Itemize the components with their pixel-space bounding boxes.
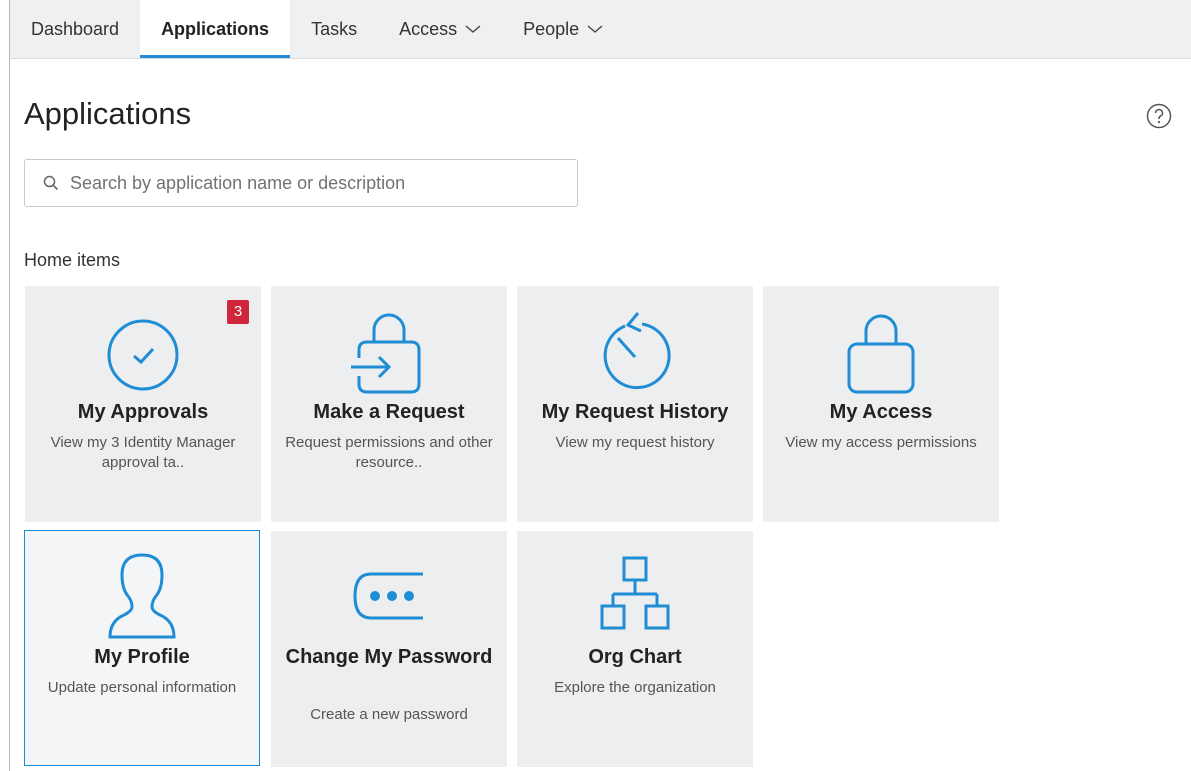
tile-description: Request permissions and other resource.. <box>285 434 493 471</box>
tile-title: My Access <box>829 401 933 423</box>
tab-dashboard[interactable]: Dashboard <box>10 0 140 58</box>
tile-change-my-password[interactable]: Change My Password Create a new password <box>271 531 507 767</box>
tile-title: My Approvals <box>77 401 209 423</box>
password-icon <box>353 572 423 620</box>
tile-title: Org Chart <box>588 646 682 668</box>
tile-description: View my 3 Identity Manager approval ta.. <box>50 434 236 471</box>
tile-description: Explore the organization <box>554 679 716 696</box>
tile-my-access[interactable]: My Access View my access permissions <box>763 286 999 522</box>
lock-icon <box>847 314 915 394</box>
check-circle-icon <box>107 319 179 391</box>
search-box <box>24 159 578 207</box>
chevron-down-icon <box>587 25 603 33</box>
tile-title: My Request History <box>541 401 729 423</box>
tab-tasks[interactable]: Tasks <box>290 0 378 58</box>
user-icon <box>108 553 176 639</box>
tab-label: Tasks <box>311 18 358 39</box>
tab-label: Dashboard <box>31 18 120 39</box>
search-input[interactable] <box>68 171 552 195</box>
tile-title: My Profile <box>94 646 190 668</box>
tile-my-request-history[interactable]: My Request History View my request histo… <box>517 286 753 522</box>
chevron-down-icon <box>465 25 481 33</box>
tab-applications[interactable]: Applications <box>140 0 291 58</box>
tab-label: Applications <box>161 18 270 39</box>
tile-title: Make a Request <box>313 401 465 423</box>
tile-my-profile[interactable]: My Profile Update personal information <box>24 530 260 766</box>
section-label-home-items: Home items <box>24 250 121 270</box>
tile-make-a-request[interactable]: Make a Request Request permissions and o… <box>271 286 507 522</box>
tab-people[interactable]: People <box>502 0 624 58</box>
left-border <box>9 0 10 771</box>
help-circle-icon[interactable] <box>1146 103 1172 129</box>
lock-enter-icon <box>351 313 421 394</box>
tab-label: Access <box>399 18 458 39</box>
tile-my-approvals[interactable]: 3 My Approvals View my 3 Identity Manage… <box>25 286 261 522</box>
top-nav: Dashboard Applications Tasks Access Peop… <box>10 0 1191 59</box>
tab-label: People <box>523 18 580 39</box>
tile-org-chart[interactable]: Org Chart Explore the organization <box>517 531 753 767</box>
tab-access[interactable]: Access <box>378 0 502 58</box>
tile-description: Create a new password <box>310 706 468 723</box>
page-title: Applications <box>24 96 192 131</box>
org-chart-icon <box>600 556 670 630</box>
history-icon <box>603 312 671 390</box>
search-icon <box>43 175 59 191</box>
tile-description: Update personal information <box>47 679 237 696</box>
tile-description: View my access permissions <box>785 434 977 451</box>
tile-description: View my request history <box>555 434 715 451</box>
tile-title: Change My Password <box>285 646 493 668</box>
